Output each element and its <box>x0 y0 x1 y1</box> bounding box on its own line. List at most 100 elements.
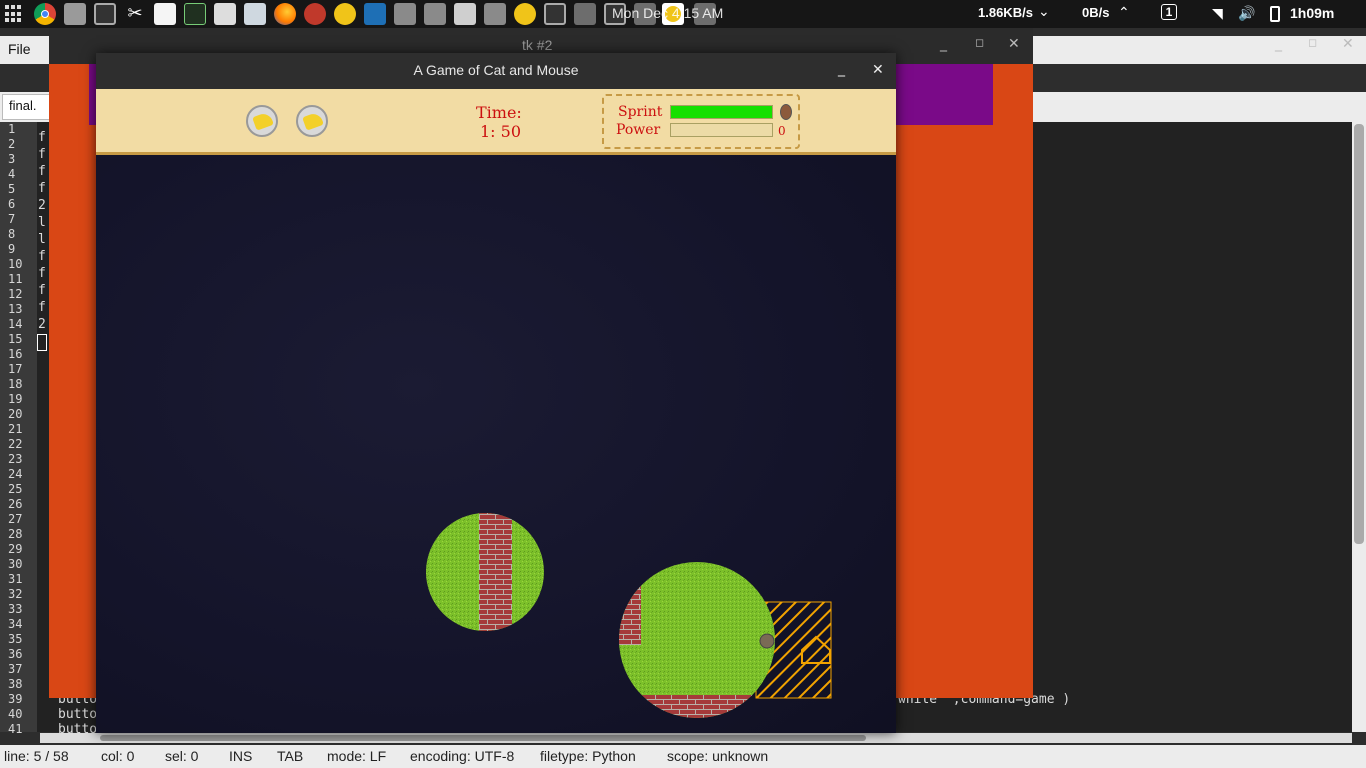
mouse-player <box>759 633 775 649</box>
code-line[interactable]: butto <box>58 707 97 722</box>
line-number: 38 <box>8 677 23 691</box>
tools-icon[interactable]: ✂ <box>124 3 146 25</box>
line-number: 15 <box>8 332 23 346</box>
line-number: 14 <box>8 317 23 331</box>
calculator-icon[interactable] <box>214 3 236 25</box>
game-close-button[interactable]: ✕ <box>872 62 884 78</box>
system-monitor-icon[interactable] <box>184 3 206 25</box>
game-minimize-button[interactable]: _ <box>838 61 845 77</box>
chevron-up-icon[interactable]: ⌃ <box>1118 4 1130 21</box>
app-window-icon[interactable] <box>484 3 506 25</box>
clock[interactable]: Mon Dec 4:15 AM <box>612 5 723 21</box>
game-title: A Game of Cat and Mouse <box>413 62 579 78</box>
terminal-icon[interactable] <box>94 3 116 25</box>
tk2-maximize-button[interactable]: ◻ <box>975 36 984 49</box>
time-value: 1: 50 <box>480 122 522 141</box>
line-number: 32 <box>8 587 23 601</box>
game-field[interactable] <box>96 155 896 733</box>
window-icon[interactable] <box>364 3 386 25</box>
editor-minimize-button[interactable]: _ <box>1275 36 1282 52</box>
cat-app-icon[interactable] <box>334 3 356 25</box>
line-number: 3 <box>8 152 16 166</box>
power-bar <box>670 123 773 137</box>
firefox-icon[interactable] <box>274 3 296 25</box>
code-line[interactable]: 2 <box>38 317 46 332</box>
chevron-down-icon[interactable]: ⌄ <box>1038 3 1050 20</box>
cheese-life-icon <box>246 105 278 137</box>
sprint-label: Sprint <box>618 104 663 120</box>
line-number: 5 <box>8 182 16 196</box>
line-number: 37 <box>8 662 23 676</box>
line-number: 2 <box>8 137 16 151</box>
terminal-icon[interactable] <box>544 3 566 25</box>
sprint-bar-fill <box>671 106 772 118</box>
image-viewer-icon[interactable] <box>454 3 476 25</box>
brick-wall <box>636 695 756 718</box>
editor-maximize-button[interactable]: ◻ <box>1308 36 1317 49</box>
grass-island <box>426 513 544 631</box>
apps-grid-icon[interactable] <box>5 5 23 23</box>
cat-app-icon[interactable] <box>514 3 536 25</box>
power-label: Power <box>616 122 661 138</box>
line-number: 35 <box>8 632 23 646</box>
battery-time: 1h09m <box>1290 5 1335 21</box>
status-scope: scope: unknown <box>667 748 769 764</box>
horizontal-scrollbar-thumb[interactable] <box>100 735 866 741</box>
status-filetype: filetype: Python <box>540 748 636 764</box>
vertical-scrollbar-thumb[interactable] <box>1354 124 1364 544</box>
line-number: 24 <box>8 467 23 481</box>
line-number: 17 <box>8 362 23 376</box>
workspace-indicator[interactable]: 1 <box>1161 4 1177 20</box>
line-number: 18 <box>8 377 23 391</box>
line-number: 12 <box>8 287 23 301</box>
line-number: 19 <box>8 392 23 406</box>
line-number: 31 <box>8 572 23 586</box>
status-ins: INS <box>229 748 253 764</box>
wifi-icon[interactable]: ◥ <box>1212 5 1223 22</box>
line-number: 39 <box>8 692 23 706</box>
brick-wall <box>619 585 641 645</box>
line-number: 23 <box>8 452 23 466</box>
line-number: 7 <box>8 212 16 226</box>
sprint-bar <box>670 105 773 119</box>
app-window-icon[interactable] <box>424 3 446 25</box>
line-number: 11 <box>8 272 23 286</box>
code-line[interactable]: 2 <box>38 198 46 213</box>
chrome-icon[interactable] <box>34 3 56 25</box>
line-number: 9 <box>8 242 16 256</box>
python-icon[interactable] <box>304 3 326 25</box>
power-value: 0 <box>778 124 786 138</box>
line-number: 29 <box>8 542 23 556</box>
line-number: 21 <box>8 422 23 436</box>
status-sel: sel: 0 <box>165 748 199 764</box>
line-number: 10 <box>8 257 23 271</box>
file-manager-icon[interactable] <box>64 3 86 25</box>
screenshot-icon[interactable] <box>244 3 266 25</box>
top-panel: ✂ Mon Dec 4:15 AM 1.86KB/s ⌄ 0B/s ⌃ 1 ◥ … <box>0 0 1366 28</box>
tk2-close-button[interactable]: ✕ <box>1008 36 1020 52</box>
line-number: 22 <box>8 437 23 451</box>
menu-file[interactable]: File <box>8 41 31 57</box>
text-cursor <box>37 334 47 351</box>
battery-icon[interactable] <box>1270 6 1280 22</box>
status-encoding: encoding: UTF-8 <box>410 748 515 764</box>
cheese-life-icon <box>296 105 328 137</box>
line-number: 33 <box>8 602 23 616</box>
network-up-rate: 0B/s <box>1082 5 1110 20</box>
game-scene <box>426 513 832 718</box>
line-number: 41 <box>8 722 23 736</box>
editor-close-button[interactable]: ✕ <box>1342 36 1354 52</box>
brick-wall <box>479 513 512 631</box>
line-number: 30 <box>8 557 23 571</box>
app-window-icon[interactable] <box>394 3 416 25</box>
tk2-minimize-button[interactable]: _ <box>940 36 947 52</box>
line-number: 8 <box>8 227 16 241</box>
app-window-icon[interactable] <box>574 3 596 25</box>
volume-icon[interactable]: 🔊 <box>1238 5 1255 22</box>
tk2-title: tk #2 <box>522 37 553 53</box>
line-number: 26 <box>8 497 23 511</box>
status-col: col: 0 <box>101 748 135 764</box>
text-editor-icon[interactable] <box>154 3 176 25</box>
line-number: 13 <box>8 302 23 316</box>
status-line: line: 5 / 58 <box>4 748 69 764</box>
